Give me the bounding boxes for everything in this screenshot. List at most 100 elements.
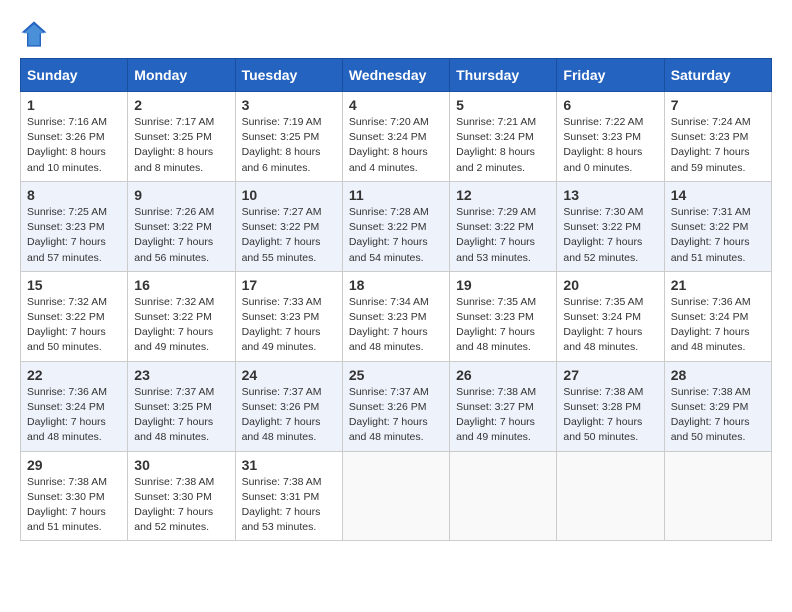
calendar-day-cell: 16 Sunrise: 7:32 AMSunset: 3:22 PMDayligh… (128, 271, 235, 361)
calendar-day-cell: 26 Sunrise: 7:38 AMSunset: 3:27 PMDayligh… (450, 361, 557, 451)
calendar-day-cell: 14 Sunrise: 7:31 AMSunset: 3:22 PMDayligh… (664, 181, 771, 271)
calendar-day-cell: 17 Sunrise: 7:33 AMSunset: 3:23 PMDayligh… (235, 271, 342, 361)
calendar-day-cell: 19Sunrise: 7:35 AMSunset: 3:23 PMDayligh… (450, 271, 557, 361)
day-info: Sunrise: 7:38 AMSunset: 3:30 PMDaylight:… (27, 475, 121, 536)
day-number: 16 (134, 277, 228, 293)
calendar-day-cell: 6 Sunrise: 7:22 AMSunset: 3:23 PMDaylight… (557, 92, 664, 182)
calendar-week-row: 29 Sunrise: 7:38 AMSunset: 3:30 PMDayligh… (21, 451, 772, 541)
day-info: Sunrise: 7:36 AMSunset: 3:24 PMDaylight:… (27, 385, 121, 446)
day-number: 2 (134, 97, 228, 113)
day-info: Sunrise: 7:22 AMSunset: 3:23 PMDaylight:… (563, 115, 657, 176)
day-info: Sunrise: 7:32 AMSunset: 3:22 PMDaylight:… (134, 295, 228, 356)
day-number: 22 (27, 367, 121, 383)
day-number: 21 (671, 277, 765, 293)
calendar-day-cell: 13 Sunrise: 7:30 AMSunset: 3:22 PMDayligh… (557, 181, 664, 271)
day-number: 15 (27, 277, 121, 293)
day-number: 9 (134, 187, 228, 203)
calendar-day-cell: 18Sunrise: 7:34 AMSunset: 3:23 PMDayligh… (342, 271, 449, 361)
day-info: Sunrise: 7:38 AMSunset: 3:30 PMDaylight:… (134, 475, 228, 536)
calendar-week-row: 8Sunrise: 7:25 AMSunset: 3:23 PMDaylight… (21, 181, 772, 271)
calendar-day-cell (450, 451, 557, 541)
calendar-day-cell: 23 Sunrise: 7:37 AMSunset: 3:25 PMDayligh… (128, 361, 235, 451)
day-number: 26 (456, 367, 550, 383)
calendar-day-cell: 15 Sunrise: 7:32 AMSunset: 3:22 PMDayligh… (21, 271, 128, 361)
calendar-day-cell: 12 Sunrise: 7:29 AMSunset: 3:22 PMDayligh… (450, 181, 557, 271)
day-info: Sunrise: 7:16 AMSunset: 3:26 PMDaylight:… (27, 115, 121, 176)
calendar-day-cell: 31 Sunrise: 7:38 AMSunset: 3:31 PMDayligh… (235, 451, 342, 541)
weekday-header: Tuesday (235, 59, 342, 92)
day-info: Sunrise: 7:38 AMSunset: 3:28 PMDaylight:… (563, 385, 657, 446)
calendar-day-cell: 24Sunrise: 7:37 AMSunset: 3:26 PMDayligh… (235, 361, 342, 451)
day-number: 12 (456, 187, 550, 203)
calendar-week-row: 1 Sunrise: 7:16 AMSunset: 3:26 PMDaylight… (21, 92, 772, 182)
calendar-week-row: 15 Sunrise: 7:32 AMSunset: 3:22 PMDayligh… (21, 271, 772, 361)
day-number: 11 (349, 187, 443, 203)
weekday-header: Monday (128, 59, 235, 92)
day-info: Sunrise: 7:38 AMSunset: 3:31 PMDaylight:… (242, 475, 336, 536)
weekday-header: Sunday (21, 59, 128, 92)
calendar-day-cell (342, 451, 449, 541)
day-number: 28 (671, 367, 765, 383)
weekday-header: Friday (557, 59, 664, 92)
calendar-day-cell: 27Sunrise: 7:38 AMSunset: 3:28 PMDayligh… (557, 361, 664, 451)
calendar-day-cell: 4 Sunrise: 7:20 AMSunset: 3:24 PMDaylight… (342, 92, 449, 182)
day-number: 31 (242, 457, 336, 473)
weekday-header: Wednesday (342, 59, 449, 92)
day-number: 17 (242, 277, 336, 293)
day-number: 24 (242, 367, 336, 383)
day-info: Sunrise: 7:31 AMSunset: 3:22 PMDaylight:… (671, 205, 765, 266)
day-info: Sunrise: 7:34 AMSunset: 3:23 PMDaylight:… (349, 295, 443, 356)
calendar-day-cell: 3Sunrise: 7:19 AMSunset: 3:25 PMDaylight… (235, 92, 342, 182)
day-number: 25 (349, 367, 443, 383)
calendar-day-cell: 2 Sunrise: 7:17 AMSunset: 3:25 PMDaylight… (128, 92, 235, 182)
calendar-day-cell (557, 451, 664, 541)
day-info: Sunrise: 7:30 AMSunset: 3:22 PMDaylight:… (563, 205, 657, 266)
day-info: Sunrise: 7:38 AMSunset: 3:29 PMDaylight:… (671, 385, 765, 446)
calendar-day-cell: 29 Sunrise: 7:38 AMSunset: 3:30 PMDayligh… (21, 451, 128, 541)
calendar-day-cell: 25 Sunrise: 7:37 AMSunset: 3:26 PMDayligh… (342, 361, 449, 451)
day-number: 14 (671, 187, 765, 203)
day-number: 5 (456, 97, 550, 113)
day-info: Sunrise: 7:26 AMSunset: 3:22 PMDaylight:… (134, 205, 228, 266)
day-info: Sunrise: 7:28 AMSunset: 3:22 PMDaylight:… (349, 205, 443, 266)
day-number: 6 (563, 97, 657, 113)
calendar-header-row: SundayMondayTuesdayWednesdayThursdayFrid… (21, 59, 772, 92)
day-info: Sunrise: 7:37 AMSunset: 3:26 PMDaylight:… (349, 385, 443, 446)
calendar-day-cell: 8Sunrise: 7:25 AMSunset: 3:23 PMDaylight… (21, 181, 128, 271)
day-number: 30 (134, 457, 228, 473)
day-info: Sunrise: 7:32 AMSunset: 3:22 PMDaylight:… (27, 295, 121, 356)
day-info: Sunrise: 7:24 AMSunset: 3:23 PMDaylight:… (671, 115, 765, 176)
weekday-header: Saturday (664, 59, 771, 92)
day-number: 19 (456, 277, 550, 293)
day-number: 7 (671, 97, 765, 113)
day-info: Sunrise: 7:38 AMSunset: 3:27 PMDaylight:… (456, 385, 550, 446)
calendar-day-cell: 28 Sunrise: 7:38 AMSunset: 3:29 PMDayligh… (664, 361, 771, 451)
day-info: Sunrise: 7:17 AMSunset: 3:25 PMDaylight:… (134, 115, 228, 176)
calendar-day-cell: 30 Sunrise: 7:38 AMSunset: 3:30 PMDayligh… (128, 451, 235, 541)
day-info: Sunrise: 7:20 AMSunset: 3:24 PMDaylight:… (349, 115, 443, 176)
day-number: 29 (27, 457, 121, 473)
day-info: Sunrise: 7:21 AMSunset: 3:24 PMDaylight:… (456, 115, 550, 176)
day-number: 4 (349, 97, 443, 113)
day-info: Sunrise: 7:33 AMSunset: 3:23 PMDaylight:… (242, 295, 336, 356)
day-number: 13 (563, 187, 657, 203)
logo-icon (20, 20, 48, 48)
day-number: 8 (27, 187, 121, 203)
calendar-day-cell: 5 Sunrise: 7:21 AMSunset: 3:24 PMDaylight… (450, 92, 557, 182)
day-number: 10 (242, 187, 336, 203)
day-info: Sunrise: 7:37 AMSunset: 3:25 PMDaylight:… (134, 385, 228, 446)
calendar-day-cell: 1 Sunrise: 7:16 AMSunset: 3:26 PMDaylight… (21, 92, 128, 182)
day-info: Sunrise: 7:35 AMSunset: 3:24 PMDaylight:… (563, 295, 657, 356)
day-number: 20 (563, 277, 657, 293)
logo (20, 20, 52, 48)
calendar-week-row: 22 Sunrise: 7:36 AMSunset: 3:24 PMDayligh… (21, 361, 772, 451)
calendar-day-cell: 21Sunrise: 7:36 AMSunset: 3:24 PMDayligh… (664, 271, 771, 361)
calendar-day-cell: 11 Sunrise: 7:28 AMSunset: 3:22 PMDayligh… (342, 181, 449, 271)
weekday-header: Thursday (450, 59, 557, 92)
day-number: 23 (134, 367, 228, 383)
day-number: 1 (27, 97, 121, 113)
header (20, 20, 772, 48)
day-info: Sunrise: 7:29 AMSunset: 3:22 PMDaylight:… (456, 205, 550, 266)
calendar-day-cell: 7 Sunrise: 7:24 AMSunset: 3:23 PMDaylight… (664, 92, 771, 182)
calendar-day-cell: 10Sunrise: 7:27 AMSunset: 3:22 PMDayligh… (235, 181, 342, 271)
